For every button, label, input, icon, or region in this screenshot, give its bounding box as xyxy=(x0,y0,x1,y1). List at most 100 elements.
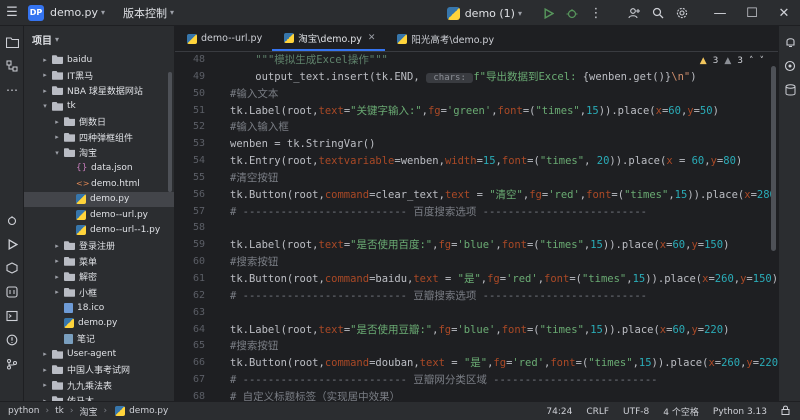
file-encoding[interactable]: UTF-8 xyxy=(623,407,649,417)
code-line[interactable]: 56 tk.Button(root,command=clear_text,text… xyxy=(175,187,778,204)
code-area[interactable]: 48 """模拟生成Excel操作""" 49 output_text.inser… xyxy=(175,52,778,401)
debug-icon[interactable] xyxy=(560,1,584,25)
tree-item[interactable]: ▸ baidu xyxy=(24,52,174,68)
code-line[interactable]: 54 tk.Entry(root,textvariable=wenben,widt… xyxy=(175,153,778,170)
run-icon[interactable] xyxy=(536,1,560,25)
chevron-right-icon[interactable]: ▸ xyxy=(40,56,50,64)
tree-item[interactable]: ▸ 菜单 xyxy=(24,254,174,270)
maximize-icon[interactable]: ☐ xyxy=(736,1,768,25)
breadcrumb-item[interactable]: tk xyxy=(55,406,64,416)
run-configuration-selector[interactable]: demo (1) ▾ xyxy=(446,6,522,20)
code-line[interactable]: 52 #输入输入框 xyxy=(175,119,778,136)
code-line[interactable]: 55 #清空按钮 xyxy=(175,170,778,187)
tree-item[interactable]: demo--url--1.py xyxy=(24,223,174,239)
tab-taobao-demo[interactable]: 淘宝\demo.py ✕ xyxy=(272,26,386,51)
tree-item[interactable]: 18.ico xyxy=(24,300,174,316)
tab-yangguang-demo[interactable]: 阳光高考\demo.py xyxy=(385,26,504,51)
code-line[interactable]: 50 #输入文本 xyxy=(175,86,778,103)
chevron-right-icon[interactable]: ▸ xyxy=(40,366,50,374)
ai-assistant-icon[interactable] xyxy=(779,54,800,78)
code-line[interactable]: 59 tk.Label(root,text="是否使用百度:",fg='blue'… xyxy=(175,237,778,254)
lock-icon[interactable] xyxy=(781,405,790,418)
breadcrumb-item[interactable]: demo.py xyxy=(129,406,168,416)
tab-demo-url[interactable]: demo--url.py xyxy=(175,26,272,51)
more-tools-icon[interactable]: ⋯ xyxy=(0,78,24,102)
code-line[interactable]: 67 # -------------------------- 豆瓣网分类区域 -… xyxy=(175,372,778,389)
chevron-down-icon[interactable]: ▾ xyxy=(40,102,50,110)
add-user-icon[interactable] xyxy=(622,1,646,25)
run-icon[interactable] xyxy=(0,232,24,256)
code-line[interactable]: 63 xyxy=(175,305,778,322)
tree-item[interactable]: ▸ 四种弹框组件 xyxy=(24,130,174,146)
project-name[interactable]: demo.py xyxy=(50,6,98,19)
chevron-down-icon[interactable]: ▾ xyxy=(55,35,59,44)
breadcrumb-item[interactable]: 淘宝 xyxy=(79,405,97,418)
packages-icon[interactable] xyxy=(0,256,24,280)
tree-item[interactable]: ▸ 解密 xyxy=(24,269,174,285)
code-line[interactable]: 57 # -------------------------- 百度搜索选项 --… xyxy=(175,204,778,221)
code-line[interactable]: 64 tk.Label(root,text="是否使用豆瓣:",fg='blue'… xyxy=(175,322,778,339)
code-line[interactable]: 66 tk.Button(root,command=douban,text = "… xyxy=(175,355,778,372)
python-console-icon[interactable] xyxy=(0,280,24,304)
vcs-menu[interactable]: 版本控制 xyxy=(123,5,167,21)
tree-item[interactable]: ▸ 小框 xyxy=(24,285,174,301)
chevron-right-icon[interactable]: ▸ xyxy=(52,118,62,126)
caret-position[interactable]: 74:24 xyxy=(546,407,572,417)
code-line[interactable]: 68 # 自定义标题标签（实现居中效果） xyxy=(175,389,778,401)
code-line[interactable]: 61 tk.Button(root,command=baidu,text = "是… xyxy=(175,271,778,288)
indent-setting[interactable]: 4 个空格 xyxy=(663,405,699,418)
hamburger-menu-icon[interactable]: ☰ xyxy=(0,1,24,25)
code-line[interactable]: 51 tk.Label(root,text="关键字输入:",fg='green'… xyxy=(175,103,778,120)
more-icon[interactable]: ⋮ xyxy=(584,1,608,25)
tree-item[interactable]: ▸ User-agent xyxy=(24,347,174,363)
close-icon[interactable]: ✕ xyxy=(768,1,800,25)
terminal-icon[interactable] xyxy=(0,304,24,328)
debug-icon[interactable] xyxy=(0,208,24,232)
chevron-right-icon[interactable]: ▸ xyxy=(40,350,50,358)
database-icon[interactable] xyxy=(779,78,800,102)
tree-item[interactable]: 笔记 xyxy=(24,331,174,347)
tree-item[interactable]: ▾ 淘宝 xyxy=(24,145,174,161)
chevron-right-icon[interactable]: ▸ xyxy=(52,133,62,141)
tree-item[interactable]: <> demo.html xyxy=(24,176,174,192)
chevron-down-icon[interactable]: ▾ xyxy=(52,149,62,157)
tree-item[interactable]: {} data.json xyxy=(24,161,174,177)
code-line[interactable]: 65 #搜索按钮 xyxy=(175,338,778,355)
tree-item[interactable]: ▾ tk xyxy=(24,99,174,115)
project-folder-icon[interactable] xyxy=(0,30,24,54)
problems-icon[interactable] xyxy=(0,328,24,352)
tree-item[interactable]: demo.py xyxy=(24,316,174,332)
close-tab-icon[interactable]: ✕ xyxy=(368,33,376,43)
chevron-right-icon[interactable]: ▸ xyxy=(40,71,50,79)
code-line[interactable]: 49 output_text.insert(tk.END, chars: f"导… xyxy=(175,69,778,86)
git-icon[interactable] xyxy=(0,352,24,376)
code-line[interactable]: 62 # -------------------------- 豆瓣搜索选项 --… xyxy=(175,288,778,305)
settings-icon[interactable] xyxy=(670,1,694,25)
tree-item[interactable]: ▸ NBA 球星数据网站 xyxy=(24,83,174,99)
chevron-right-icon[interactable]: ▸ xyxy=(52,273,62,281)
code-line[interactable]: 60 #搜索按钮 xyxy=(175,254,778,271)
chevron-down-icon[interactable]: ▾ xyxy=(101,8,105,17)
project-badge[interactable]: DP xyxy=(28,4,44,21)
tree-item[interactable]: ▸ 登录注册 xyxy=(24,238,174,254)
notifications-icon[interactable] xyxy=(779,30,800,54)
tree-item[interactable]: ▸ 中国人事考试网 xyxy=(24,362,174,378)
chevron-right-icon[interactable]: ▸ xyxy=(40,381,50,389)
tree-item[interactable]: demo--url.py xyxy=(24,207,174,223)
search-icon[interactable] xyxy=(646,1,670,25)
tree-item[interactable]: ▸ IT黑马 xyxy=(24,68,174,84)
chevron-right-icon[interactable]: ▸ xyxy=(52,288,62,296)
chevron-down-icon[interactable]: ▾ xyxy=(170,8,174,17)
tree-item[interactable]: demo.py xyxy=(24,191,174,207)
tree-item[interactable]: ▸依马木 xyxy=(24,393,174,401)
chevron-right-icon[interactable]: ▸ xyxy=(52,257,62,265)
python-interpreter[interactable]: Python 3.13 xyxy=(713,407,767,417)
line-separator[interactable]: CRLF xyxy=(586,407,609,417)
breadcrumb-item[interactable]: python xyxy=(8,406,39,416)
chevron-right-icon[interactable]: ▸ xyxy=(40,87,50,95)
code-line[interactable]: 48 """模拟生成Excel操作""" xyxy=(175,52,778,69)
tree-item[interactable]: ▸ 倒数日 xyxy=(24,114,174,130)
structure-icon[interactable] xyxy=(0,54,24,78)
chevron-right-icon[interactable]: ▸ xyxy=(52,242,62,250)
project-scrollbar[interactable] xyxy=(168,72,172,192)
